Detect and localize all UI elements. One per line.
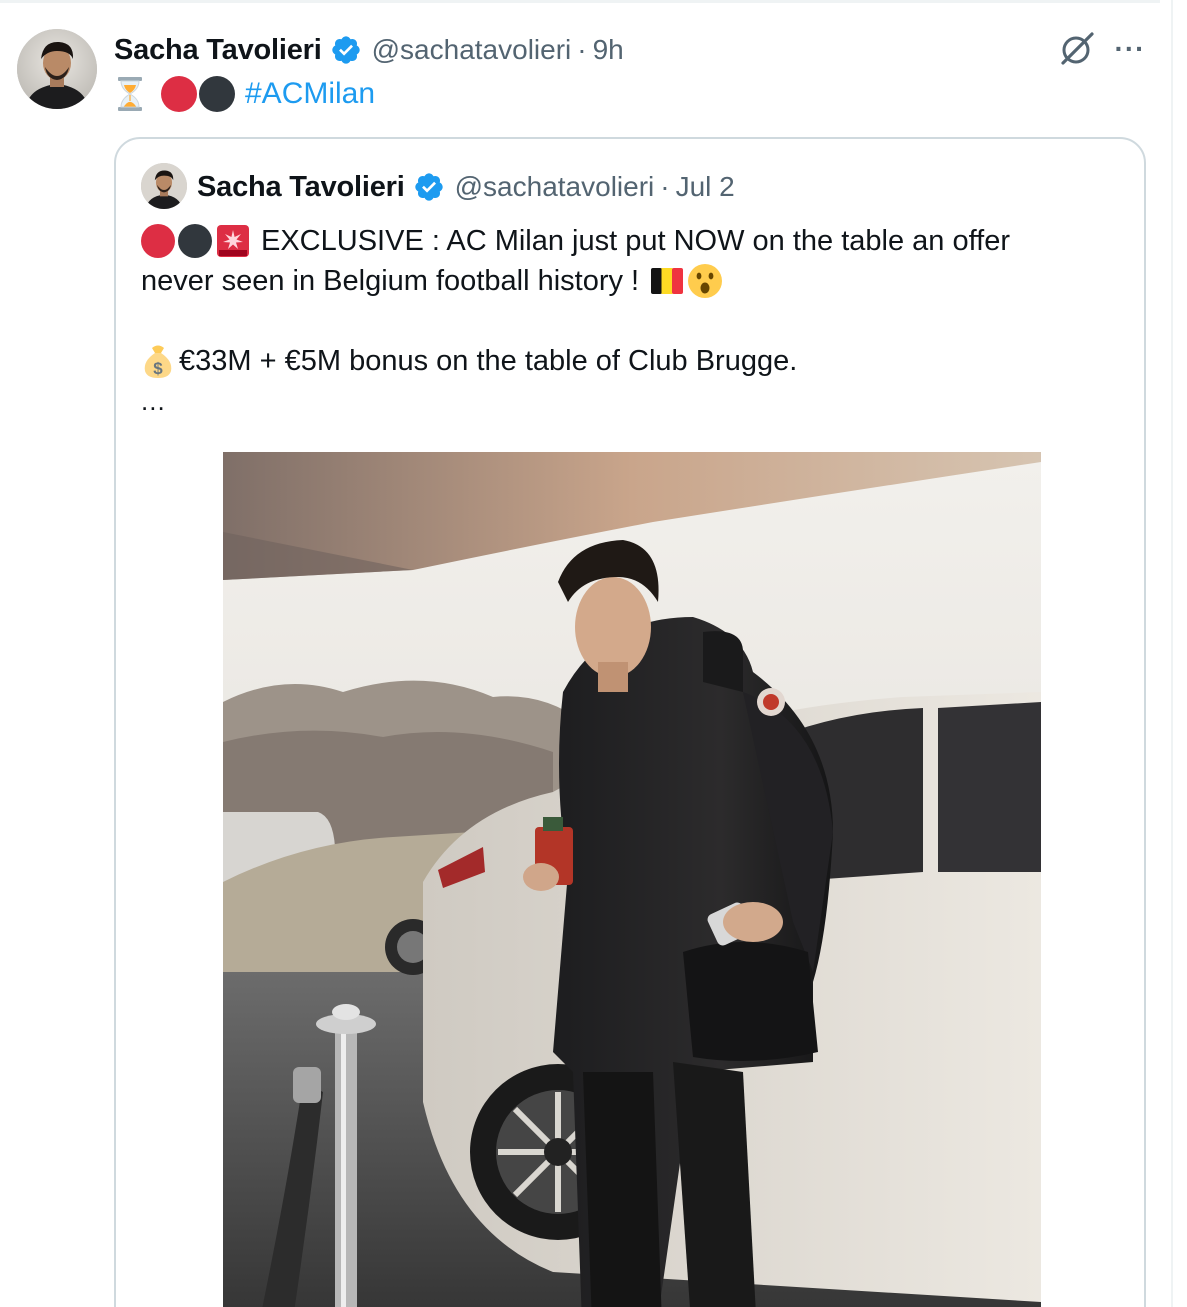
tweet-text: #ACMilan bbox=[117, 72, 375, 116]
handle[interactable]: @sachatavolieri bbox=[372, 34, 572, 66]
black-circle-icon bbox=[178, 224, 212, 258]
quoted-text-line-1: EXCLUSIVE : AC Milan just put NOW on the… bbox=[141, 221, 1126, 261]
grok-icon[interactable] bbox=[1058, 30, 1096, 68]
player-photo-image bbox=[223, 452, 1041, 1307]
quoted-timestamp[interactable]: Jul 2 bbox=[676, 171, 735, 203]
red-circle-icon bbox=[161, 76, 197, 112]
quoted-display-name[interactable]: Sacha Tavolieri bbox=[197, 171, 405, 204]
hashtag-link[interactable]: #ACMilan bbox=[245, 77, 375, 111]
timestamp[interactable]: 9h bbox=[593, 34, 624, 66]
quoted-avatar[interactable] bbox=[141, 163, 187, 209]
verified-badge-icon[interactable] bbox=[413, 171, 445, 203]
tweet-header: Sacha Tavolieri @sachatavolieri · 9h bbox=[114, 28, 624, 72]
black-circle-icon bbox=[199, 76, 235, 112]
tweet-view: Sacha Tavolieri @sachatavolieri · 9h #AC… bbox=[0, 0, 1187, 1307]
more-options-button[interactable]: ··· bbox=[1113, 34, 1147, 64]
hourglass-icon bbox=[118, 77, 142, 111]
quoted-text-line-2: never seen in Belgium football history ! bbox=[141, 261, 1126, 301]
siren-icon bbox=[217, 225, 249, 257]
verified-badge-icon[interactable] bbox=[330, 34, 362, 66]
quoted-tweet-header: Sacha Tavolieri @sachatavolieri · Jul 2 bbox=[197, 165, 735, 209]
quoted-avatar-image bbox=[141, 163, 187, 209]
separator: · bbox=[577, 34, 587, 65]
quoted-text-2: never seen in Belgium football history ! bbox=[141, 265, 640, 297]
red-circle-icon bbox=[141, 224, 175, 258]
display-name[interactable]: Sacha Tavolieri bbox=[114, 34, 322, 67]
quoted-text-1: EXCLUSIVE : AC Milan just put NOW on the… bbox=[261, 225, 1010, 257]
avatar[interactable] bbox=[17, 29, 97, 109]
quoted-text-line-3: $ €33M + €5M bonus on the table of Club … bbox=[141, 341, 1126, 381]
right-divider bbox=[1171, 0, 1173, 1307]
money-bag-icon: $ bbox=[144, 345, 172, 378]
quoted-tweet-text: EXCLUSIVE : AC Milan just put NOW on the… bbox=[141, 221, 1126, 421]
quoted-separator: · bbox=[660, 171, 670, 202]
avatar-image bbox=[17, 29, 97, 109]
svg-text:$: $ bbox=[153, 359, 163, 378]
quoted-handle[interactable]: @sachatavolieri bbox=[455, 171, 655, 203]
astonished-face-icon bbox=[688, 264, 723, 298]
quoted-tweet-photo[interactable] bbox=[223, 452, 1041, 1307]
quoted-text-3: €33M + €5M bonus on the table of Club Br… bbox=[179, 345, 798, 377]
belgium-flag-icon bbox=[651, 268, 684, 294]
top-divider bbox=[0, 0, 1160, 3]
quoted-tweet-card[interactable]: Sacha Tavolieri @sachatavolieri · Jul 2 … bbox=[114, 137, 1146, 1307]
show-more-ellipsis[interactable]: ... bbox=[141, 381, 1126, 421]
